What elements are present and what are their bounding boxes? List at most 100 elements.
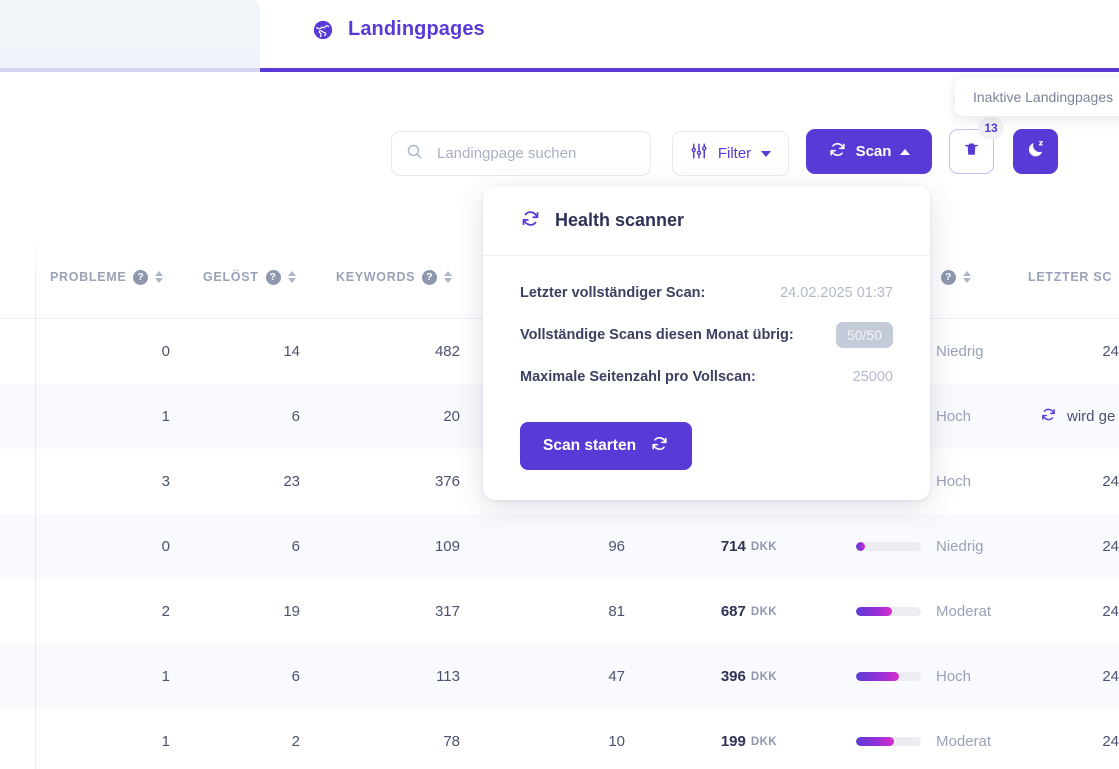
- filter-button[interactable]: Filter: [672, 131, 789, 176]
- cell-geloest: 2: [200, 709, 300, 769]
- cell-probleme: 1: [70, 384, 170, 449]
- health-scanner-dropdown: Health scanner Letzter vollständiger Sca…: [483, 186, 930, 500]
- cell-text: 24: [1102, 343, 1119, 360]
- cell-last-scan: 24: [1040, 319, 1119, 384]
- cell-text: 78: [443, 733, 460, 750]
- cell-text: Hoch: [936, 408, 972, 425]
- cell-level: Niedrig: [936, 319, 1046, 384]
- cell-potential-bar: [856, 709, 921, 769]
- tab-inactive[interactable]: [0, 0, 260, 70]
- cell-potential-bar: [856, 644, 921, 709]
- cell-text: 0: [161, 538, 170, 555]
- stat-label: Vollständige Scans diesen Monat übrig:: [520, 327, 794, 343]
- cell-keywords: 78: [355, 709, 460, 769]
- cell-level: Moderat: [936, 579, 1046, 644]
- stat-value: 25000: [852, 369, 893, 385]
- cell-level: Hoch: [936, 644, 1046, 709]
- moon-icon: [1026, 139, 1046, 164]
- help-icon[interactable]: ?: [941, 269, 956, 285]
- cell-text: 6: [291, 408, 300, 425]
- cell-keywords: 376: [355, 449, 460, 514]
- stat-row: Maximale Seitenzahl pro Vollscan: 25000: [520, 356, 893, 398]
- price-value: 714: [720, 538, 746, 555]
- table-row[interactable]: 2 19 317 81 687 DKK Moderat 24: [0, 579, 1119, 644]
- health-scanner-stats: Letzter vollständiger Scan: 24.02.2025 0…: [483, 256, 930, 406]
- cell-text: Hoch: [936, 668, 972, 685]
- cell-text: 6: [291, 538, 300, 555]
- scan-button[interactable]: Scan: [806, 129, 932, 174]
- cell-text: Moderat: [936, 603, 992, 620]
- search-box[interactable]: [391, 131, 651, 176]
- cell-text: 1: [161, 668, 170, 685]
- cell-text: 10: [608, 733, 625, 750]
- sleep-mode-button[interactable]: [1013, 129, 1058, 174]
- column-label: LETZTER SC: [1028, 270, 1113, 284]
- search-input[interactable]: [435, 144, 634, 163]
- table-row[interactable]: 0 6 109 96 714 DKK Niedrig 24: [0, 514, 1119, 579]
- sort-toggle[interactable]: [155, 271, 164, 283]
- health-scanner-title: Health scanner: [555, 210, 685, 230]
- cell-count: 81: [530, 579, 625, 644]
- table-row[interactable]: 1 6 113 47 396 DKK Hoch 24: [0, 644, 1119, 709]
- chevron-down-icon: [761, 150, 772, 157]
- cell-potential-bar: [856, 579, 921, 644]
- cell-keywords: 109: [355, 514, 460, 579]
- column-header-probleme[interactable]: PROBLEME ?: [50, 236, 164, 318]
- column-header-potenzial[interactable]: ?: [941, 236, 971, 318]
- cell-text: 2: [291, 733, 300, 750]
- cell-keywords: 482: [355, 319, 460, 384]
- health-scanner-footer: Scan starten: [483, 406, 930, 500]
- help-icon[interactable]: ?: [133, 269, 149, 285]
- column-label: KEYWORDS: [336, 270, 416, 284]
- stat-label: Letzter vollständiger Scan:: [520, 285, 706, 301]
- cell-count: 10: [530, 709, 625, 769]
- delete-count-badge: 13: [978, 117, 1004, 139]
- help-icon[interactable]: ?: [422, 269, 438, 285]
- cell-geloest: 6: [200, 514, 300, 579]
- sort-toggle[interactable]: [963, 271, 971, 283]
- sort-toggle[interactable]: [287, 271, 296, 283]
- search-icon: [406, 143, 423, 165]
- cell-potential-bar: [856, 514, 921, 579]
- refresh-icon: [650, 434, 669, 458]
- refresh-icon: [520, 208, 541, 234]
- cell-last-scan: 24: [1040, 449, 1119, 514]
- cell-text: 2: [161, 603, 170, 620]
- cell-text: wird ge: [1067, 408, 1116, 425]
- stat-value: 24.02.2025 01:37: [780, 285, 893, 301]
- help-icon[interactable]: ?: [265, 269, 281, 285]
- stat-row: Vollständige Scans diesen Monat übrig: 5…: [520, 314, 893, 356]
- tab-active-underline: [260, 68, 1119, 72]
- column-label: GELÖST: [203, 270, 259, 284]
- refresh-icon: [1040, 406, 1057, 427]
- cell-geloest: 6: [200, 644, 300, 709]
- cell-text: 96: [608, 538, 625, 555]
- column-header-geloest[interactable]: GELÖST ?: [203, 236, 296, 318]
- cell-last-scan: 24: [1040, 579, 1119, 644]
- cell-text: 47: [608, 668, 625, 685]
- cell-keywords: 20: [355, 384, 460, 449]
- cell-probleme: 0: [70, 514, 170, 579]
- cell-text: 1: [161, 408, 170, 425]
- column-header-keywords[interactable]: KEYWORDS ?: [336, 236, 453, 318]
- sort-toggle[interactable]: [444, 271, 453, 283]
- cell-text: 6: [291, 668, 300, 685]
- cell-scan-status: wird ge: [1040, 384, 1119, 449]
- sliders-icon: [690, 142, 708, 165]
- cell-text: Niedrig: [936, 343, 984, 360]
- cell-text: Hoch: [936, 473, 972, 490]
- potential-bar-fill: [856, 672, 899, 681]
- price-currency: DKK: [750, 605, 777, 618]
- globe-icon: [312, 19, 334, 41]
- health-scanner-header: Health scanner: [483, 186, 930, 256]
- cell-text: 23: [283, 473, 300, 490]
- chevron-up-icon: [900, 148, 911, 155]
- cell-level: Moderat: [936, 709, 1046, 769]
- table-row[interactable]: 1 2 78 10 199 DKK Moderat 24: [0, 709, 1119, 769]
- column-header-letzter-scan[interactable]: LETZTER SC: [1028, 236, 1112, 318]
- cell-text: Niedrig: [936, 538, 984, 555]
- cell-level: Hoch: [936, 384, 1046, 449]
- cell-text: 3: [161, 473, 170, 490]
- potential-bar-fill: [856, 542, 866, 551]
- scan-starten-button[interactable]: Scan starten: [520, 422, 693, 470]
